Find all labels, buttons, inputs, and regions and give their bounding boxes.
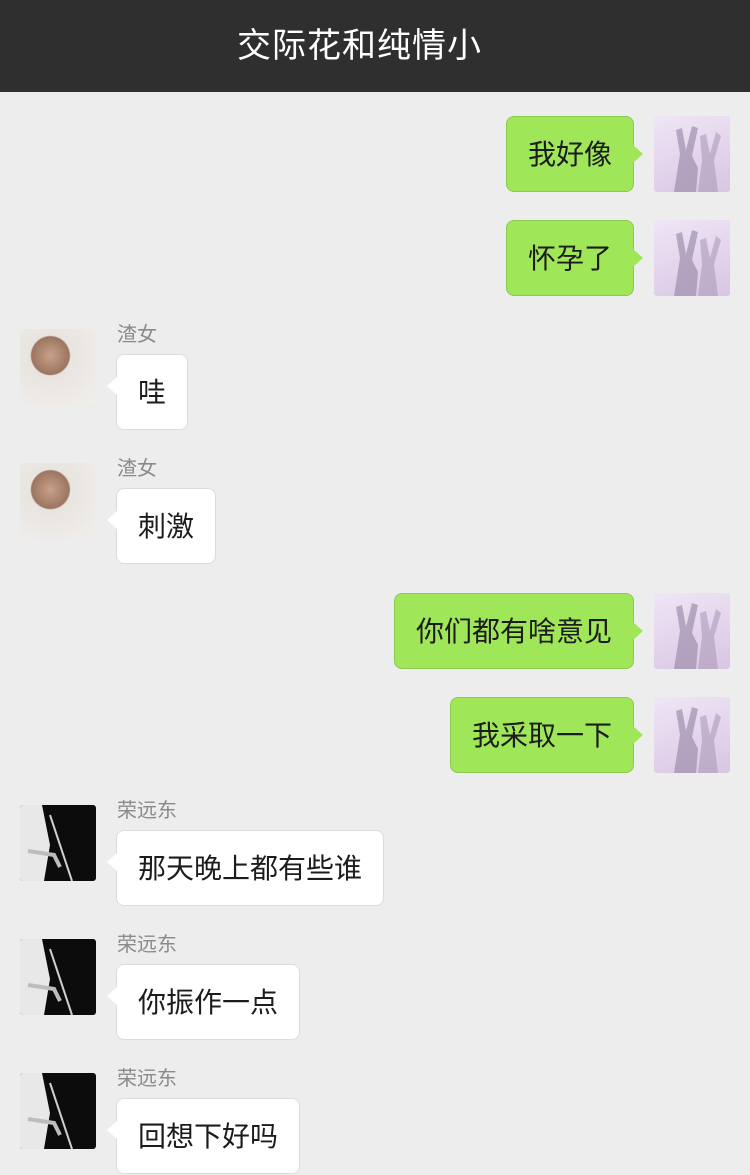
sender-name: 荣远东 [117, 798, 177, 822]
bunny-shadow-icon [674, 707, 721, 773]
chat-header: 交际花和纯情小 [0, 0, 750, 92]
message-list[interactable]: 我好像 怀孕了 渣女 哇 渣女 刺激 你们都有啥意见 我采取一下 荣远东 那天晚… [0, 92, 750, 1174]
sender-name: 渣女 [117, 322, 157, 346]
message-bubble[interactable]: 我好像 [505, 116, 644, 192]
dark-avatar[interactable] [20, 939, 96, 1015]
message-bubble[interactable]: 怀孕了 [505, 220, 644, 296]
violin-figure-icon [20, 1073, 73, 1149]
girl-avatar[interactable] [20, 463, 96, 539]
message-bubble[interactable]: 哇 [106, 354, 189, 430]
bunny-shadow-avatar[interactable] [654, 220, 730, 296]
sender-name: 荣远东 [117, 932, 177, 956]
violin-figure-icon [20, 805, 73, 881]
bunny-shadow-icon [674, 603, 721, 669]
message-bubble[interactable]: 回想下好吗 [106, 1098, 301, 1174]
message-bubble[interactable]: 你振作一点 [106, 964, 301, 1040]
message-bubble[interactable]: 你们都有啥意见 [393, 593, 644, 669]
bunny-shadow-avatar[interactable] [654, 116, 730, 192]
bunny-shadow-avatar[interactable] [654, 697, 730, 773]
girl-avatar[interactable] [20, 329, 96, 405]
message-bubble[interactable]: 我采取一下 [449, 697, 644, 773]
sender-name: 荣远东 [117, 1066, 177, 1090]
sender-name: 渣女 [117, 456, 157, 480]
dark-avatar[interactable] [20, 805, 96, 881]
bunny-shadow-avatar[interactable] [654, 593, 730, 669]
message-bubble[interactable]: 那天晚上都有些谁 [106, 830, 385, 906]
bunny-shadow-icon [674, 126, 721, 192]
bunny-shadow-icon [674, 230, 721, 296]
message-bubble[interactable]: 刺激 [106, 488, 217, 564]
violin-figure-icon [20, 939, 73, 1015]
chat-title: 交际花和纯情小 [237, 26, 482, 66]
dark-avatar[interactable] [20, 1073, 96, 1149]
